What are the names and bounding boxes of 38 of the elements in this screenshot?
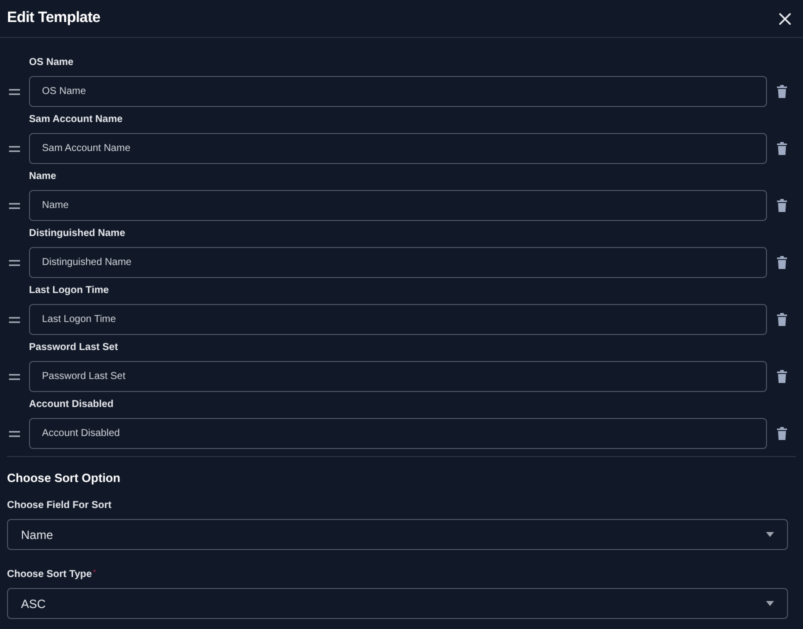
trash-icon[interactable] <box>777 427 787 440</box>
dropdown-select[interactable]: Name <box>7 519 788 550</box>
field-label: Account Disabled <box>29 398 114 412</box>
text-input[interactable]: OS Name <box>29 76 767 107</box>
field-label: OS Name <box>29 56 74 70</box>
text-input[interactable]: Sam Account Name <box>29 133 767 164</box>
drag-handle-icon[interactable] <box>9 202 20 208</box>
trash-icon[interactable] <box>777 199 787 212</box>
drag-handle-icon[interactable] <box>9 430 20 436</box>
dialog-title: Edit Template <box>7 8 100 28</box>
close-icon[interactable] <box>779 12 791 24</box>
field-label: Password Last Set <box>29 341 118 355</box>
required-mark: * <box>92 568 96 578</box>
text-input[interactable]: Password Last Set <box>29 361 767 392</box>
trash-icon[interactable] <box>777 142 787 155</box>
drag-handle-icon[interactable] <box>9 374 20 380</box>
field-label: Sam Account Name <box>29 113 123 127</box>
field-label: Last Logon Time <box>29 284 109 298</box>
select-label: Choose Sort Type <box>7 568 92 582</box>
trash-icon[interactable] <box>777 313 787 326</box>
text-input[interactable]: Distinguished Name <box>29 247 767 278</box>
trash-icon[interactable] <box>777 256 787 269</box>
text-input[interactable]: Last Logon Time <box>29 304 767 335</box>
drag-handle-icon[interactable] <box>9 146 20 152</box>
section-heading: Choose Sort Option <box>7 470 120 487</box>
text-input[interactable]: Name <box>29 190 767 221</box>
caret-icon <box>766 532 774 537</box>
text-input[interactable]: Account Disabled <box>29 418 767 449</box>
field-label: Distinguished Name <box>29 227 126 241</box>
dropdown-select[interactable]: ASC <box>7 588 788 619</box>
drag-handle-icon[interactable] <box>9 88 20 94</box>
select-label: Choose Field For Sort <box>7 499 112 513</box>
drag-handle-icon[interactable] <box>9 316 20 322</box>
trash-icon[interactable] <box>777 370 787 383</box>
field-label: Name <box>29 170 56 184</box>
caret-icon <box>766 601 774 606</box>
drag-handle-icon[interactable] <box>9 260 20 266</box>
trash-icon[interactable] <box>777 85 787 98</box>
